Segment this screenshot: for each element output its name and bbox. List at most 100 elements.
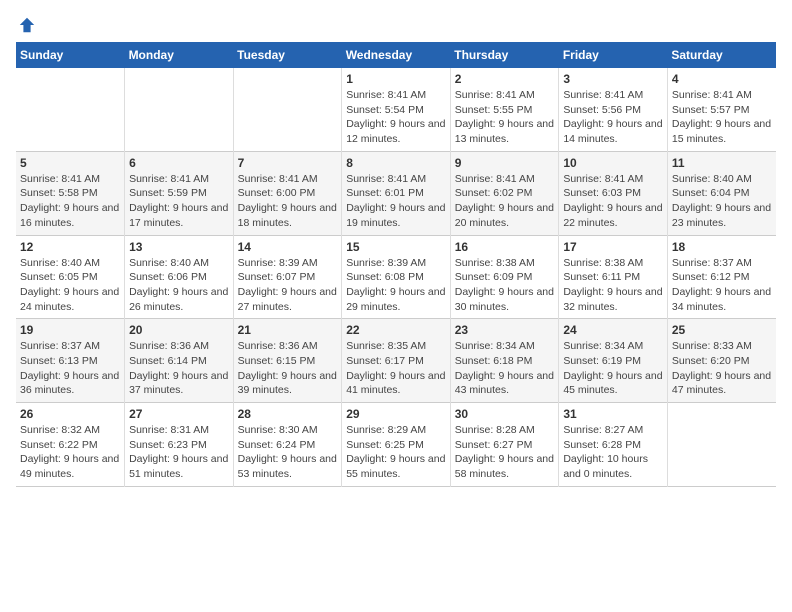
- header-cell-friday: Friday: [559, 42, 668, 68]
- day-number: 24: [563, 323, 663, 337]
- calendar-cell: 8 Sunrise: 8:41 AM Sunset: 6:01 PM Daylig…: [342, 151, 451, 235]
- day-number: 27: [129, 407, 229, 421]
- calendar-cell: 15 Sunrise: 8:39 AM Sunset: 6:08 PM Dayli…: [342, 235, 451, 319]
- cell-detail: Sunrise: 8:40 AM Sunset: 6:04 PM Dayligh…: [672, 172, 772, 231]
- day-number: 29: [346, 407, 446, 421]
- calendar-cell: 27Sunrise: 8:31 AM Sunset: 6:23 PM Dayli…: [125, 403, 234, 487]
- day-number: 2: [455, 72, 555, 86]
- cell-detail: Sunrise: 8:38 AM Sunset: 6:09 PM Dayligh…: [455, 256, 555, 315]
- header: [16, 16, 776, 30]
- day-number: 6: [129, 156, 229, 170]
- cell-detail: Sunrise: 8:41 AM Sunset: 5:57 PM Dayligh…: [672, 88, 772, 147]
- day-number: 23: [455, 323, 555, 337]
- cell-detail: Sunrise: 8:40 AM Sunset: 6:05 PM Dayligh…: [20, 256, 120, 315]
- day-number: 28: [238, 407, 338, 421]
- day-number: 12: [20, 240, 120, 254]
- header-cell-wednesday: Wednesday: [342, 42, 451, 68]
- calendar-cell: 2 Sunrise: 8:41 AM Sunset: 5:55 PM Daylig…: [450, 68, 559, 151]
- cell-detail: Sunrise: 8:41 AM Sunset: 5:54 PM Dayligh…: [346, 88, 446, 147]
- calendar-cell: 31 Sunrise: 8:27 AM Sunset: 6:28 PM Dayli…: [559, 403, 668, 487]
- calendar-cell: 28 Sunrise: 8:30 AM Sunset: 6:24 PM Dayli…: [233, 403, 342, 487]
- day-number: 18: [672, 240, 772, 254]
- calendar-cell: 19 Sunrise: 8:37 AM Sunset: 6:13 PM Dayli…: [16, 319, 125, 403]
- calendar-cell: 18 Sunrise: 8:37 AM Sunset: 6:12 PM Dayli…: [667, 235, 776, 319]
- cell-detail: Sunrise: 8:35 AM Sunset: 6:17 PM Dayligh…: [346, 339, 446, 398]
- day-number: 17: [563, 240, 663, 254]
- cell-detail: Sunrise: 8:37 AM Sunset: 6:13 PM Dayligh…: [20, 339, 120, 398]
- cell-detail: Sunrise: 8:41 AM Sunset: 5:59 PM Dayligh…: [129, 172, 229, 231]
- calendar-cell: [667, 403, 776, 487]
- day-number: 16: [455, 240, 555, 254]
- calendar-cell: 24 Sunrise: 8:34 AM Sunset: 6:19 PM Dayli…: [559, 319, 668, 403]
- header-row: SundayMondayTuesdayWednesdayThursdayFrid…: [16, 42, 776, 68]
- cell-detail: Sunrise: 8:41 AM Sunset: 5:55 PM Dayligh…: [455, 88, 555, 147]
- cell-detail: Sunrise: 8:41 AM Sunset: 6:03 PM Dayligh…: [563, 172, 663, 231]
- day-number: 11: [672, 156, 772, 170]
- cell-detail: Sunrise: 8:36 AM Sunset: 6:14 PM Dayligh…: [129, 339, 229, 398]
- header-cell-sunday: Sunday: [16, 42, 125, 68]
- calendar-cell: 10Sunrise: 8:41 AM Sunset: 6:03 PM Dayli…: [559, 151, 668, 235]
- calendar-cell: 17Sunrise: 8:38 AM Sunset: 6:11 PM Dayli…: [559, 235, 668, 319]
- calendar-body: 1 Sunrise: 8:41 AM Sunset: 5:54 PM Daylig…: [16, 68, 776, 486]
- header-cell-thursday: Thursday: [450, 42, 559, 68]
- calendar-header: SundayMondayTuesdayWednesdayThursdayFrid…: [16, 42, 776, 68]
- day-number: 19: [20, 323, 120, 337]
- cell-detail: Sunrise: 8:27 AM Sunset: 6:28 PM Dayligh…: [563, 423, 663, 482]
- day-number: 1: [346, 72, 446, 86]
- day-number: 3: [563, 72, 663, 86]
- cell-detail: Sunrise: 8:40 AM Sunset: 6:06 PM Dayligh…: [129, 256, 229, 315]
- cell-detail: Sunrise: 8:30 AM Sunset: 6:24 PM Dayligh…: [238, 423, 338, 482]
- cell-detail: Sunrise: 8:39 AM Sunset: 6:08 PM Dayligh…: [346, 256, 446, 315]
- calendar-cell: 6 Sunrise: 8:41 AM Sunset: 5:59 PM Daylig…: [125, 151, 234, 235]
- calendar-cell: 23 Sunrise: 8:34 AM Sunset: 6:18 PM Dayli…: [450, 319, 559, 403]
- day-number: 25: [672, 323, 772, 337]
- calendar-cell: 21 Sunrise: 8:36 AM Sunset: 6:15 PM Dayli…: [233, 319, 342, 403]
- cell-detail: Sunrise: 8:41 AM Sunset: 6:02 PM Dayligh…: [455, 172, 555, 231]
- cell-detail: Sunrise: 8:41 AM Sunset: 6:01 PM Dayligh…: [346, 172, 446, 231]
- calendar-cell: 16 Sunrise: 8:38 AM Sunset: 6:09 PM Dayli…: [450, 235, 559, 319]
- calendar-cell: 26 Sunrise: 8:32 AM Sunset: 6:22 PM Dayli…: [16, 403, 125, 487]
- day-number: 20: [129, 323, 229, 337]
- day-number: 30: [455, 407, 555, 421]
- cell-detail: Sunrise: 8:34 AM Sunset: 6:18 PM Dayligh…: [455, 339, 555, 398]
- day-number: 31: [563, 407, 663, 421]
- header-cell-tuesday: Tuesday: [233, 42, 342, 68]
- calendar-cell: 9 Sunrise: 8:41 AM Sunset: 6:02 PM Daylig…: [450, 151, 559, 235]
- calendar-cell: [233, 68, 342, 151]
- day-number: 22: [346, 323, 446, 337]
- day-number: 26: [20, 407, 120, 421]
- calendar-cell: 4 Sunrise: 8:41 AM Sunset: 5:57 PM Daylig…: [667, 68, 776, 151]
- day-number: 21: [238, 323, 338, 337]
- calendar-table: SundayMondayTuesdayWednesdayThursdayFrid…: [16, 42, 776, 487]
- calendar-cell: 20 Sunrise: 8:36 AM Sunset: 6:14 PM Dayli…: [125, 319, 234, 403]
- week-row-2: 12 Sunrise: 8:40 AM Sunset: 6:05 PM Dayli…: [16, 235, 776, 319]
- calendar-cell: 7Sunrise: 8:41 AM Sunset: 6:00 PM Daylig…: [233, 151, 342, 235]
- cell-detail: Sunrise: 8:36 AM Sunset: 6:15 PM Dayligh…: [238, 339, 338, 398]
- calendar-cell: [16, 68, 125, 151]
- calendar-cell: 13 Sunrise: 8:40 AM Sunset: 6:06 PM Dayli…: [125, 235, 234, 319]
- calendar-cell: 14 Sunrise: 8:39 AM Sunset: 6:07 PM Dayli…: [233, 235, 342, 319]
- day-number: 9: [455, 156, 555, 170]
- cell-detail: Sunrise: 8:32 AM Sunset: 6:22 PM Dayligh…: [20, 423, 120, 482]
- cell-detail: Sunrise: 8:41 AM Sunset: 6:00 PM Dayligh…: [238, 172, 338, 231]
- calendar-cell: 12 Sunrise: 8:40 AM Sunset: 6:05 PM Dayli…: [16, 235, 125, 319]
- day-number: 8: [346, 156, 446, 170]
- day-number: 14: [238, 240, 338, 254]
- cell-detail: Sunrise: 8:39 AM Sunset: 6:07 PM Dayligh…: [238, 256, 338, 315]
- header-cell-monday: Monday: [125, 42, 234, 68]
- cell-detail: Sunrise: 8:41 AM Sunset: 5:56 PM Dayligh…: [563, 88, 663, 147]
- week-row-0: 1 Sunrise: 8:41 AM Sunset: 5:54 PM Daylig…: [16, 68, 776, 151]
- week-row-4: 26 Sunrise: 8:32 AM Sunset: 6:22 PM Dayli…: [16, 403, 776, 487]
- cell-detail: Sunrise: 8:28 AM Sunset: 6:27 PM Dayligh…: [455, 423, 555, 482]
- cell-detail: Sunrise: 8:34 AM Sunset: 6:19 PM Dayligh…: [563, 339, 663, 398]
- week-row-3: 19 Sunrise: 8:37 AM Sunset: 6:13 PM Dayli…: [16, 319, 776, 403]
- day-number: 13: [129, 240, 229, 254]
- calendar-cell: 22 Sunrise: 8:35 AM Sunset: 6:17 PM Dayli…: [342, 319, 451, 403]
- calendar-cell: 30 Sunrise: 8:28 AM Sunset: 6:27 PM Dayli…: [450, 403, 559, 487]
- header-cell-saturday: Saturday: [667, 42, 776, 68]
- day-number: 15: [346, 240, 446, 254]
- cell-detail: Sunrise: 8:37 AM Sunset: 6:12 PM Dayligh…: [672, 256, 772, 315]
- logo: [16, 16, 36, 30]
- day-number: 4: [672, 72, 772, 86]
- cell-detail: Sunrise: 8:29 AM Sunset: 6:25 PM Dayligh…: [346, 423, 446, 482]
